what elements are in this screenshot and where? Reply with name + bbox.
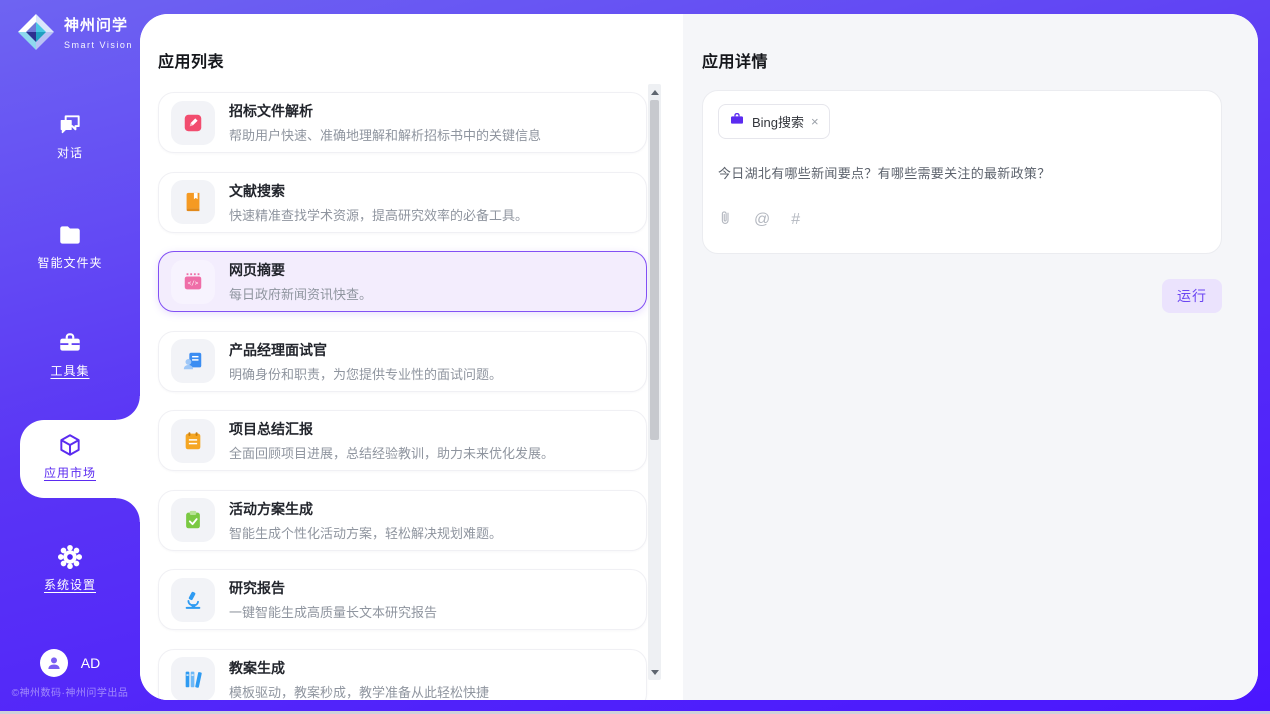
note-icon bbox=[171, 419, 215, 463]
app-card-web-summary[interactable]: </> 网页摘要 每日政府新闻资讯快查。 bbox=[158, 251, 647, 312]
run-button[interactable]: 运行 bbox=[1162, 279, 1222, 313]
app-card-event-plan[interactable]: 活动方案生成 智能生成个性化活动方案，轻松解决规划难题。 bbox=[158, 490, 647, 551]
app-card-bid-analysis[interactable]: 招标文件解析 帮助用户快速、准确地理解和解析招标书中的关键信息 bbox=[158, 92, 647, 153]
interviewer-icon bbox=[171, 339, 215, 383]
folder-icon bbox=[57, 222, 83, 248]
sidebar-item-label: 智能文件夹 bbox=[37, 256, 102, 270]
scrollbar-thumb[interactable] bbox=[650, 100, 659, 440]
book-icon bbox=[171, 180, 215, 224]
sidebar-item-label: 工具集 bbox=[50, 364, 89, 378]
sidebar-item-settings[interactable]: 系统设置 bbox=[0, 544, 140, 594]
app-list-title: 应用列表 bbox=[158, 48, 665, 72]
app-list-scrollbar[interactable] bbox=[648, 84, 661, 680]
app-detail-panel: 应用详情 Bing搜索 × 今日湖北有哪些新闻要点？有哪些需要关注的最新政策？ bbox=[683, 14, 1258, 700]
main-content: 应用列表 招标文件解析 帮助用户快速、准确地理解和解析招标书中的关键信息 bbox=[140, 14, 1258, 700]
cube-icon bbox=[57, 432, 83, 458]
app-card-desc: 快速精准查找学术资源，提高研究效率的必备工具。 bbox=[229, 205, 528, 224]
close-icon[interactable]: × bbox=[811, 115, 819, 128]
user-row[interactable]: AD bbox=[0, 649, 140, 677]
brand-name: 神州问学 bbox=[64, 17, 128, 34]
sidebar-item-toolset[interactable]: 工具集 bbox=[0, 330, 140, 380]
app-card-literature-search[interactable]: 文献搜索 快速精准查找学术资源，提高研究效率的必备工具。 bbox=[158, 172, 647, 233]
tool-chip-bing-search[interactable]: Bing搜索 × bbox=[718, 104, 830, 139]
tool-chip-label: Bing搜索 bbox=[752, 112, 804, 131]
app-card-desc: 帮助用户快速、准确地理解和解析招标书中的关键信息 bbox=[229, 125, 541, 144]
app-card-desc: 模板驱动，教案秒成，教学准备从此轻松快捷 bbox=[229, 682, 489, 701]
sidebar-item-folders[interactable]: 智能文件夹 bbox=[0, 222, 140, 272]
scroll-down-icon[interactable] bbox=[648, 666, 661, 678]
app-card-title: 教案生成 bbox=[229, 658, 489, 678]
toolbox-icon bbox=[57, 330, 83, 356]
app-card-title: 网页摘要 bbox=[229, 260, 372, 280]
app-card-project-summary[interactable]: 项目总结汇报 全面回顾项目进展，总结经验教训，助力未来优化发展。 bbox=[158, 410, 647, 471]
app-card-desc: 全面回顾项目进展，总结经验教训，助力未来优化发展。 bbox=[229, 443, 554, 462]
prompt-input[interactable]: Bing搜索 × 今日湖北有哪些新闻要点？有哪些需要关注的最新政策？ @ # bbox=[702, 90, 1222, 254]
app-card-desc: 明确身份和职责，为您提供专业性的面试问题。 bbox=[229, 364, 502, 383]
brand: 神州问学 Smart Vision bbox=[16, 12, 133, 57]
diamond-logo-icon bbox=[16, 12, 56, 57]
app-card-desc: 智能生成个性化活动方案，轻松解决规划难题。 bbox=[229, 523, 502, 542]
app-list-panel: 应用列表 招标文件解析 帮助用户快速、准确地理解和解析招标书中的关键信息 bbox=[140, 14, 683, 700]
scroll-up-icon[interactable] bbox=[648, 86, 661, 98]
app-card-desc: 每日政府新闻资讯快查。 bbox=[229, 284, 372, 303]
books-icon bbox=[171, 657, 215, 700]
copyright: ©神州数码·神州问学出品 bbox=[0, 684, 140, 699]
microscope-icon bbox=[171, 578, 215, 622]
at-icon[interactable]: @ bbox=[754, 212, 770, 228]
app-detail-title: 应用详情 bbox=[702, 48, 1222, 72]
app-card-title: 产品经理面试官 bbox=[229, 340, 502, 360]
app-card-pm-interviewer[interactable]: 产品经理面试官 明确身份和职责，为您提供专业性的面试问题。 bbox=[158, 331, 647, 392]
app-card-title: 项目总结汇报 bbox=[229, 419, 554, 439]
paperclip-icon[interactable] bbox=[718, 209, 733, 230]
browser-code-icon: </> bbox=[171, 260, 215, 304]
sidebar-item-chat[interactable]: 对话 bbox=[0, 112, 140, 162]
brand-tagline: Smart Vision bbox=[64, 40, 133, 50]
input-toolbar: @ # bbox=[718, 209, 1206, 230]
gear-icon bbox=[57, 544, 83, 570]
clipboard-check-icon bbox=[171, 498, 215, 542]
edit-square-icon bbox=[171, 101, 215, 145]
sidebar-item-label: 应用市场 bbox=[44, 466, 96, 480]
sidebar-item-label: 对话 bbox=[57, 146, 83, 160]
app-card-lesson-plan[interactable]: 教案生成 模板驱动，教案秒成，教学准备从此轻松快捷 bbox=[158, 649, 647, 701]
briefcase-icon bbox=[729, 111, 745, 132]
avatar bbox=[40, 649, 68, 677]
app-card-title: 研究报告 bbox=[229, 578, 437, 598]
app-card-title: 活动方案生成 bbox=[229, 499, 502, 519]
chat-icon bbox=[57, 112, 83, 138]
prompt-text[interactable]: 今日湖北有哪些新闻要点？有哪些需要关注的最新政策？ bbox=[718, 163, 1206, 182]
hash-icon[interactable]: # bbox=[791, 212, 800, 228]
user-name: AD bbox=[81, 655, 100, 671]
sidebar-item-app-market[interactable]: 应用市场 bbox=[0, 432, 140, 482]
app-card-title: 招标文件解析 bbox=[229, 101, 541, 121]
app-card-research-report[interactable]: 研究报告 一键智能生成高质量长文本研究报告 bbox=[158, 569, 647, 630]
app-card-desc: 一键智能生成高质量长文本研究报告 bbox=[229, 602, 437, 621]
app-card-title: 文献搜索 bbox=[229, 181, 528, 201]
sidebar-item-label: 系统设置 bbox=[44, 578, 96, 592]
svg-text:</>: </> bbox=[188, 280, 199, 287]
app-card-list: 招标文件解析 帮助用户快速、准确地理解和解析招标书中的关键信息 文献搜索 快速精… bbox=[158, 92, 647, 700]
sidebar: 神州问学 Smart Vision 对话 智能文件夹 bbox=[0, 0, 140, 714]
